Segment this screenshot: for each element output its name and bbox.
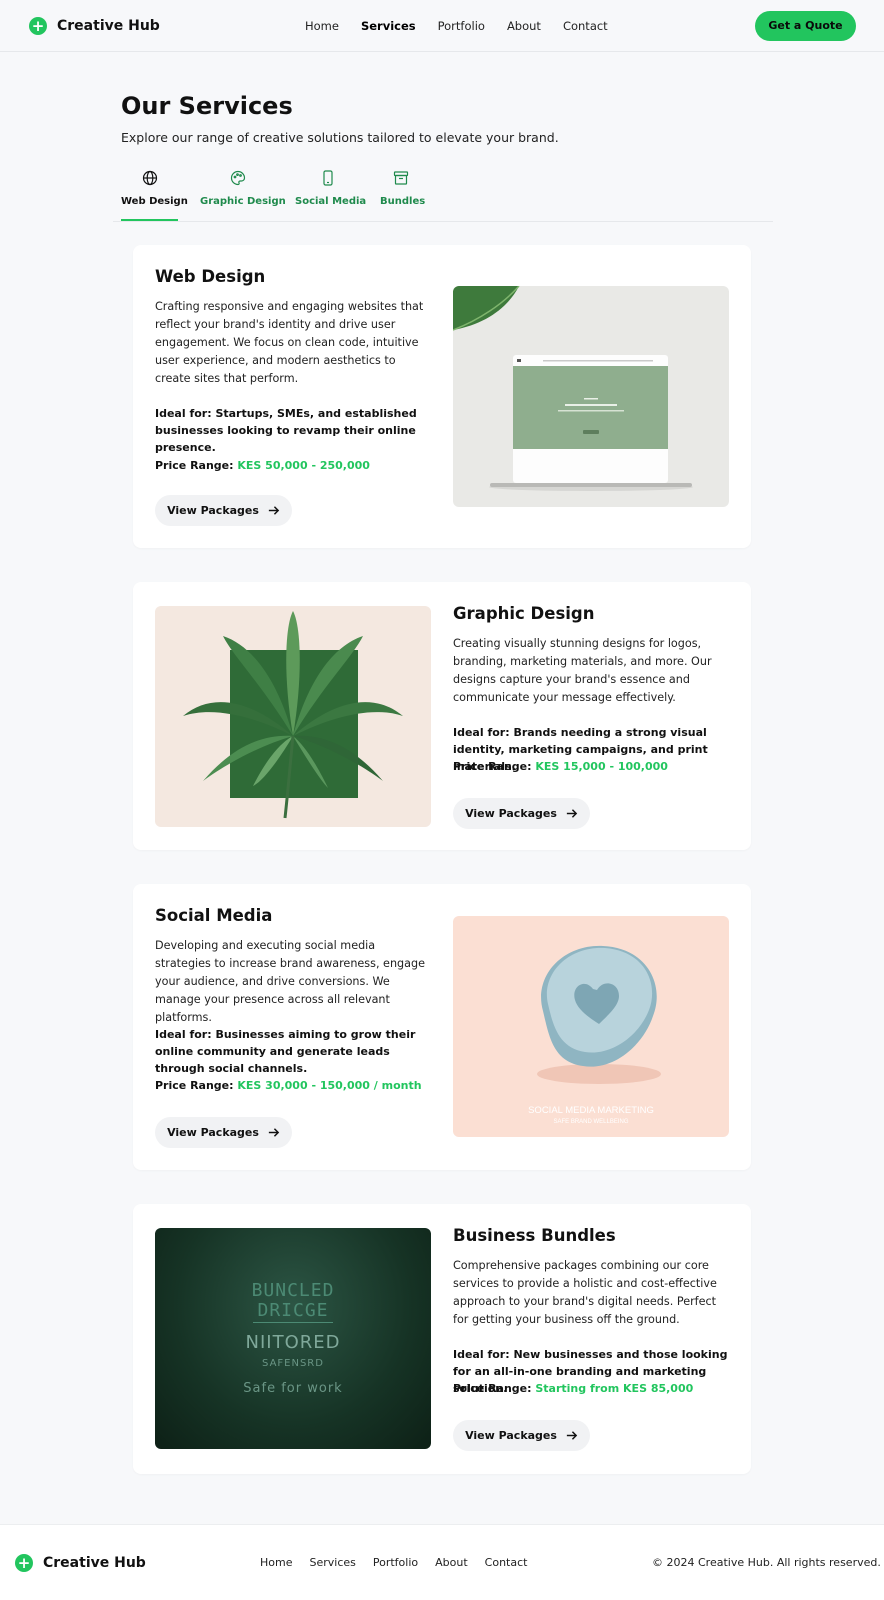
image-caption: SOCIAL MEDIA MARKETING: [528, 1105, 654, 1116]
main-nav: Home Services Portfolio About Contact: [305, 19, 608, 33]
archive-icon: [380, 170, 422, 190]
tab-social-media[interactable]: Social Media: [295, 170, 367, 207]
nav-portfolio[interactable]: Portfolio: [438, 19, 485, 33]
service-title: Web Design: [155, 267, 266, 286]
service-card-graphic-design: Graphic Design Creating visually stunnin…: [133, 582, 751, 850]
service-description: Crafting responsive and engaging website…: [155, 300, 424, 385]
nav-services[interactable]: Services: [361, 19, 416, 33]
nav-contact[interactable]: Contact: [563, 19, 608, 33]
page-title: Our Services: [121, 92, 293, 120]
bundles-artwork-image: BUNCLED DRICGE NIITORED SAFENSRD Safe fo…: [155, 1228, 431, 1449]
footer-nav-home[interactable]: Home: [260, 1556, 292, 1569]
view-packages-button[interactable]: View Packages: [453, 1420, 590, 1451]
brand-name: Creative Hub: [43, 1555, 146, 1571]
social-media-heart-image: SOCIAL MEDIA MARKETING SAFE BRAND WELLBE…: [453, 916, 729, 1137]
tab-web-design[interactable]: Web Design: [121, 170, 188, 207]
brand-name: Creative Hub: [57, 18, 160, 34]
service-price: Price Range: KES 15,000 - 100,000: [453, 760, 668, 773]
plant-artwork-image: [155, 606, 431, 827]
footer-brand-logo[interactable]: + Creative Hub: [15, 1554, 146, 1572]
service-price: Price Range: Starting from KES 85,000: [453, 1382, 694, 1395]
service-title: Graphic Design: [453, 604, 595, 623]
image-text-line: BUNCLED: [251, 1280, 335, 1301]
service-card-business-bundles: BUNCLED DRICGE NIITORED SAFENSRD Safe fo…: [133, 1204, 751, 1474]
arrow-right-icon: [566, 1431, 578, 1440]
footer-nav-about[interactable]: About: [435, 1556, 468, 1569]
view-packages-button[interactable]: View Packages: [155, 495, 292, 526]
footer-nav: Home Services Portfolio About Contact: [260, 1556, 527, 1569]
service-card-web-design: Web Design Crafting responsive and engag…: [133, 245, 751, 548]
tab-label: Graphic Design: [200, 196, 286, 207]
arrow-right-icon: [268, 1128, 280, 1137]
tab-bundles[interactable]: Bundles: [380, 170, 426, 207]
image-text-line: SAFENSRD: [262, 1358, 324, 1369]
nav-about[interactable]: About: [507, 19, 541, 33]
footer-nav-portfolio[interactable]: Portfolio: [373, 1556, 418, 1569]
page-subtitle: Explore our range of creative solutions …: [121, 130, 559, 145]
site-header: + Creative Hub Home Services Portfolio A…: [0, 0, 884, 52]
tab-graphic-design[interactable]: Graphic Design: [200, 170, 286, 207]
price-value: KES 15,000 - 100,000: [535, 760, 668, 773]
footer-nav-contact[interactable]: Contact: [485, 1556, 528, 1569]
image-text-line: Safe for work: [243, 1381, 343, 1396]
get-a-quote-button[interactable]: Get a Quote: [755, 11, 856, 41]
view-packages-button[interactable]: View Packages: [155, 1117, 292, 1148]
service-ideal-for: Ideal for: Businesses aiming to grow the…: [155, 1028, 416, 1075]
service-ideal-for: Ideal for: Startups, SMEs, and establish…: [155, 407, 417, 454]
arrow-right-icon: [268, 506, 280, 515]
laptop-mockup-image: [453, 286, 729, 507]
plus-icon: +: [29, 17, 47, 35]
image-caption-sub: SAFE BRAND WELLBEING: [553, 1119, 629, 1125]
service-description: Comprehensive packages combining our cor…: [453, 1259, 717, 1326]
image-text-line: DRICGE: [257, 1300, 329, 1321]
nav-home[interactable]: Home: [305, 19, 339, 33]
active-tab-indicator: [121, 219, 178, 221]
phone-icon: [295, 170, 360, 190]
footer-nav-services[interactable]: Services: [309, 1556, 355, 1569]
image-text-line: NIITORED: [245, 1332, 341, 1353]
service-description: Developing and executing social media st…: [155, 939, 425, 1024]
palette-icon: [200, 170, 275, 190]
tab-label: Social Media: [295, 196, 367, 207]
site-footer: + Creative Hub Home Services Portfolio A…: [0, 1524, 884, 1600]
service-price: Price Range: KES 30,000 - 150,000 / mont…: [155, 1079, 422, 1092]
service-card-social-media: Social Media Developing and executing so…: [133, 884, 751, 1170]
tab-label: Web Design: [121, 196, 188, 207]
view-packages-button[interactable]: View Packages: [453, 798, 590, 829]
service-title: Business Bundles: [453, 1226, 616, 1245]
brand-logo[interactable]: + Creative Hub: [29, 17, 160, 35]
service-price: Price Range: KES 50,000 - 250,000: [155, 459, 370, 472]
globe-icon: [121, 170, 178, 190]
image-divider: [253, 1322, 333, 1323]
tab-label: Bundles: [380, 196, 426, 207]
service-description: Creating visually stunning designs for l…: [453, 637, 712, 704]
arrow-right-icon: [566, 809, 578, 818]
tabs-divider: [113, 221, 773, 222]
price-value: KES 30,000 - 150,000 / month: [237, 1079, 422, 1092]
price-value: Starting from KES 85,000: [535, 1382, 694, 1395]
plus-icon: +: [15, 1554, 33, 1572]
copyright-text: © 2024 Creative Hub. All rights reserved…: [652, 1556, 881, 1569]
price-value: KES 50,000 - 250,000: [237, 459, 370, 472]
service-title: Social Media: [155, 906, 273, 925]
